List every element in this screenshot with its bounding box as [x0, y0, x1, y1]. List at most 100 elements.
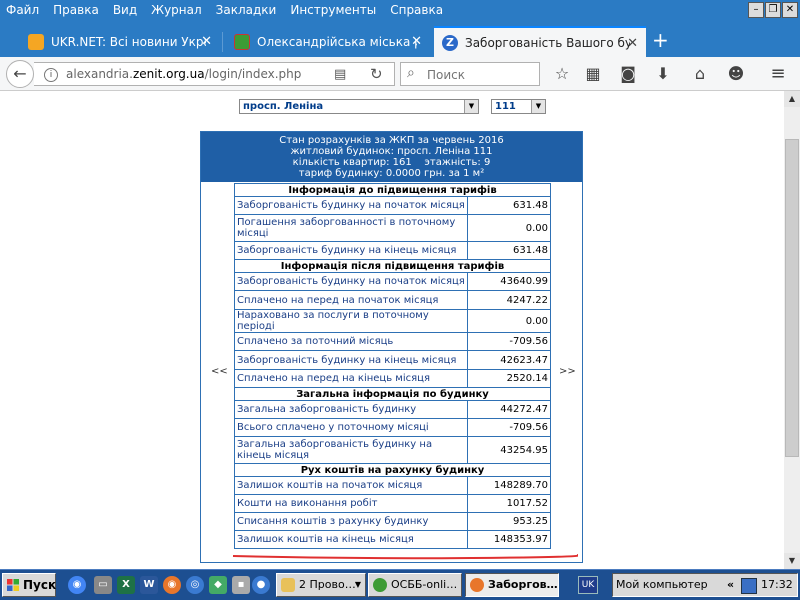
hamburger-menu-icon[interactable]: ≡	[767, 63, 789, 85]
app-quicklaunch-icon[interactable]: ◆	[209, 576, 227, 594]
debt-table: Інформація до підвищення тарифів Заборго…	[234, 183, 551, 549]
row-value: -709.56	[467, 332, 551, 351]
url-domain: zenit.org.ua	[132, 67, 205, 81]
tab-ukrnet[interactable]: UKR.NET: Всі новини Україн… ✕	[20, 26, 220, 57]
explorer-quicklaunch-icon[interactable]: ▭	[94, 576, 112, 594]
tab-separator	[222, 32, 223, 52]
site-info-icon[interactable]: i	[44, 68, 58, 82]
row-label: Заборгованість будинку на початок місяця	[234, 196, 468, 215]
bookmarks-list-icon[interactable]: ▦	[582, 63, 604, 85]
tray-label[interactable]: Мой компьютер	[616, 574, 708, 596]
menu-bookmarks[interactable]: Закладки	[209, 0, 284, 20]
url-path: /login/index.php	[204, 67, 302, 81]
vertical-scrollbar[interactable]: ▲ ▼	[784, 91, 800, 569]
app-quicklaunch-icon[interactable]: ▪	[232, 576, 250, 594]
row-label: Нараховано за послуги в поточному період…	[234, 309, 468, 333]
task-folder[interactable]: 2 Прово… ▼	[276, 573, 366, 597]
restore-icon[interactable]: ❐	[765, 2, 781, 18]
menu-help[interactable]: Справка	[383, 0, 450, 20]
menu-bar: Файл Правка Вид Журнал Закладки Инструме…	[0, 0, 800, 20]
scroll-down-icon[interactable]: ▼	[784, 553, 800, 569]
home-icon[interactable]: ⌂	[689, 63, 711, 85]
chevron-down-icon[interactable]: ▼	[464, 100, 478, 113]
bookmark-star-icon[interactable]: ☆	[551, 63, 573, 85]
menu-file[interactable]: Файл	[0, 0, 46, 20]
chevron-down-icon: ▼	[354, 580, 361, 589]
tray-expand-icon[interactable]: «	[727, 574, 734, 596]
prev-month-link[interactable]: <<	[211, 366, 228, 377]
scroll-thumb[interactable]	[785, 139, 799, 457]
task-firefox-active[interactable]: Заборгов…	[465, 573, 559, 597]
tab-alexandria-council[interactable]: Олександрійська міська рад… ✕	[226, 26, 430, 57]
house-select-value: 111	[495, 101, 516, 112]
menu-history[interactable]: Журнал	[144, 0, 209, 20]
task-label: 2 Прово…	[299, 578, 356, 591]
menu-tools[interactable]: Инструменты	[283, 0, 383, 20]
start-button[interactable]: Пуск	[2, 573, 56, 597]
clock[interactable]: 17:32	[761, 574, 793, 596]
header-line-building: житловий будинок: просп. Леніна 111	[290, 146, 493, 157]
row-label: Загальна заборгованість будинку	[234, 400, 468, 419]
url-bar[interactable]: i alexandria.zenit.org.ua/login/index.ph…	[34, 62, 395, 86]
minimize-icon[interactable]: –	[748, 2, 764, 18]
street-select[interactable]: просп. Леніна ▼	[239, 99, 479, 114]
menu-view[interactable]: Вид	[106, 0, 144, 20]
chrome-quicklaunch-icon[interactable]: ◉	[68, 576, 86, 594]
new-tab-icon[interactable]: +	[652, 28, 669, 52]
house-select[interactable]: 111 ▼	[491, 99, 546, 114]
language-indicator[interactable]: UK	[578, 576, 598, 594]
chevron-down-icon[interactable]: ▼	[531, 100, 545, 113]
scroll-up-icon[interactable]: ▲	[784, 91, 800, 107]
tab-title: Заборгованість Вашого буд…	[465, 35, 630, 50]
task-label: ОСББ-onli…	[391, 578, 458, 591]
next-month-link[interactable]: >>	[559, 366, 576, 377]
navigation-bar: ← i alexandria.zenit.org.ua/login/index.…	[0, 57, 800, 91]
ukrnet-favicon-icon	[28, 33, 44, 50]
debt-panel: Стан розрахунків за ЖКП за червень 2016 …	[200, 131, 583, 563]
row-label: Сплачено за поточний місяць	[234, 332, 468, 351]
red-annotation-underline	[232, 554, 578, 560]
url-text[interactable]: alexandria.zenit.org.ua/login/index.php	[66, 67, 301, 81]
search-input[interactable]	[425, 65, 537, 85]
tab-title: UKR.NET: Всі новини Україн…	[51, 34, 206, 49]
search-box[interactable]: ⌕	[400, 62, 540, 86]
row-label: Залишок коштів на кінець місяця	[234, 530, 468, 549]
menu-edit[interactable]: Правка	[46, 0, 106, 20]
back-button[interactable]: ←	[6, 60, 34, 88]
reload-icon[interactable]: ↻	[370, 65, 383, 83]
row-value: 953.25	[467, 512, 551, 531]
excel-quicklaunch-icon[interactable]: X	[117, 576, 135, 594]
header-line-tariff: тариф будинку: 0.0000 грн. за 1 м²	[298, 168, 485, 179]
row-label: Заборгованість будинку на початок місяця	[234, 272, 468, 291]
network-tray-icon[interactable]	[741, 578, 757, 594]
row-label: Заборгованість будинку на кінець місяця	[234, 350, 468, 370]
reader-view-icon[interactable]: ▤	[334, 67, 346, 82]
network-quicklaunch-icon[interactable]: ◎	[186, 576, 204, 594]
firefox-quicklaunch-icon[interactable]: ◉	[163, 576, 181, 594]
downloads-icon[interactable]: ⬇	[652, 63, 674, 85]
tab-close-icon[interactable]: ✕	[411, 34, 422, 49]
header-line-apartments: кількість квартир: 161 этажність: 9	[292, 157, 491, 168]
chrome-icon	[373, 578, 387, 592]
close-icon[interactable]: ✕	[782, 2, 798, 18]
row-value: -709.56	[467, 418, 551, 437]
tab-debt-active[interactable]: Z Заборгованість Вашого буд… ✕	[434, 26, 646, 57]
row-label: Залишок коштів на початок місяця	[234, 476, 468, 495]
pocket-icon[interactable]: ◙	[617, 63, 639, 85]
taskbar: Пуск ◉ ▭ X W ◉ ◎ ◆ ▪ ● 2 Прово… ▼ ОСББ-o…	[0, 569, 800, 600]
tab-close-icon[interactable]: ✕	[627, 36, 638, 51]
word-quicklaunch-icon[interactable]: W	[140, 576, 158, 594]
row-label: Списання коштів з рахунку будинку	[234, 512, 468, 531]
row-value: 148289.70	[467, 476, 551, 495]
row-value: 0.00	[467, 214, 551, 242]
tab-close-icon[interactable]: ✕	[201, 34, 212, 49]
street-select-value: просп. Леніна	[243, 101, 324, 112]
header-line-period: Стан розрахунків за ЖКП за червень 2016	[279, 135, 504, 146]
section-title: Інформація до підвищення тарифів	[234, 183, 551, 197]
task-chrome[interactable]: ОСББ-onli…	[368, 573, 462, 597]
url-prefix: alexandria.	[66, 67, 133, 81]
section-title: Загальна інформація по будинку	[234, 387, 551, 401]
smiley-icon[interactable]: ☻	[725, 63, 747, 85]
app-quicklaunch-icon[interactable]: ●	[252, 576, 270, 594]
row-value: 631.48	[467, 241, 551, 260]
